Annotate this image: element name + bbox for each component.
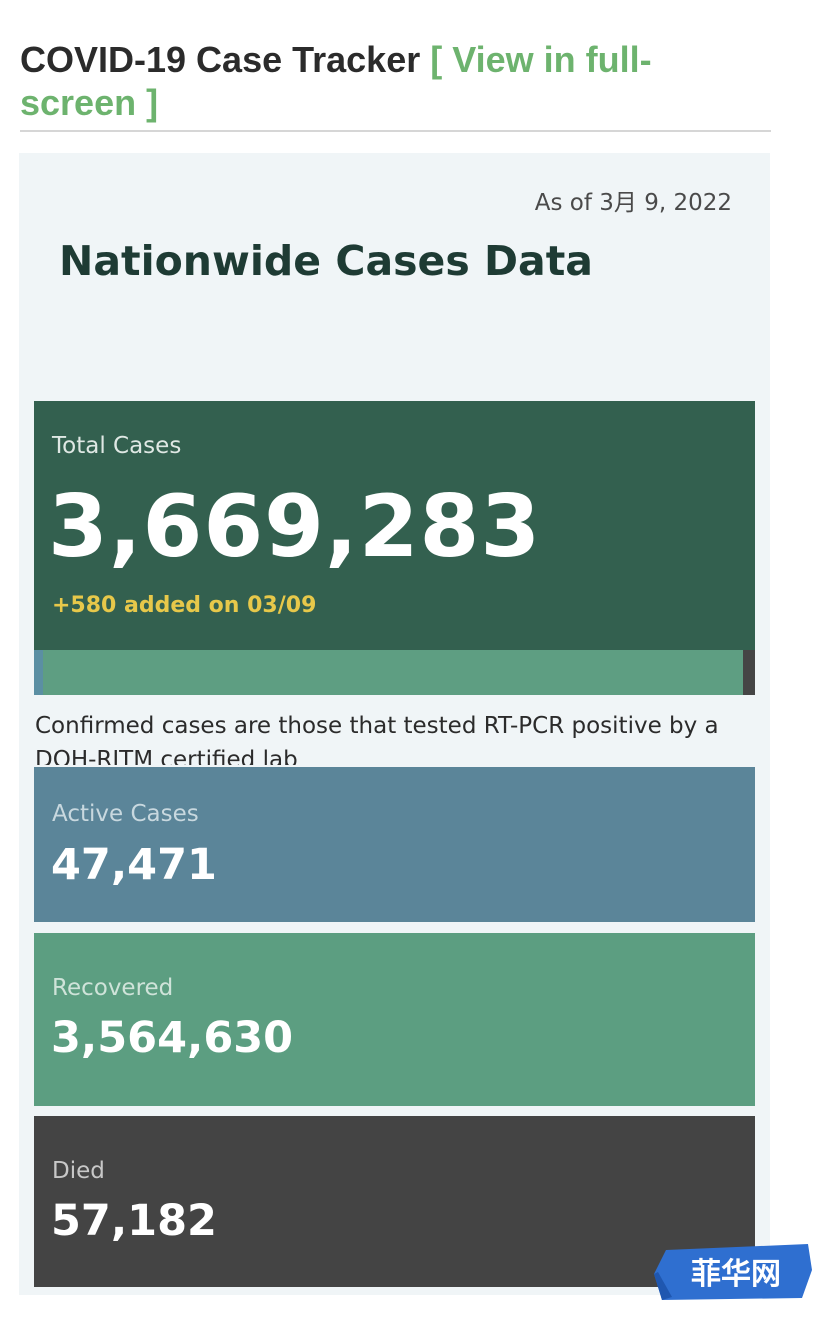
header-divider: [20, 130, 771, 132]
watermark-text: 菲华网: [691, 1257, 781, 1292]
died-label: Died: [52, 1158, 105, 1184]
page-title: COVID-19 Case Tracker: [20, 39, 421, 80]
died-segment: [743, 650, 755, 695]
total-cases-value: 3,669,283: [48, 477, 542, 577]
as-of-date: As of 3月 9, 2022: [534, 190, 732, 216]
watermark-logo: 菲华网: [654, 1244, 812, 1300]
total-cases-label: Total Cases: [52, 433, 182, 459]
active-cases-value: 47,471: [51, 840, 217, 890]
recovered-label: Recovered: [52, 975, 174, 1001]
died-card: Died 57,182: [34, 1116, 755, 1287]
recovered-value: 3,564,630: [51, 1013, 294, 1063]
case-breakdown-bar: [34, 650, 755, 695]
active-cases-label: Active Cases: [52, 801, 199, 827]
active-cases-card: Active Cases 47,471: [34, 767, 755, 922]
dashboard-title: Nationwide Cases Data: [59, 237, 593, 285]
new-cases-added: +580 added on 03/09: [52, 593, 317, 618]
page-header: COVID-19 Case Tracker [ View in full-scr…: [20, 38, 720, 124]
confirmed-cases-note: Confirmed cases are those that tested RT…: [35, 713, 719, 765]
dashboard-embed[interactable]: As of 3月 9, 2022 Nationwide Cases Data T…: [19, 153, 770, 1295]
active-cases-segment: [34, 650, 43, 695]
total-cases-card: Total Cases 3,669,283 +580 added on 03/0…: [34, 401, 755, 650]
recovered-card: Recovered 3,564,630: [34, 933, 755, 1106]
died-value: 57,182: [51, 1196, 217, 1246]
